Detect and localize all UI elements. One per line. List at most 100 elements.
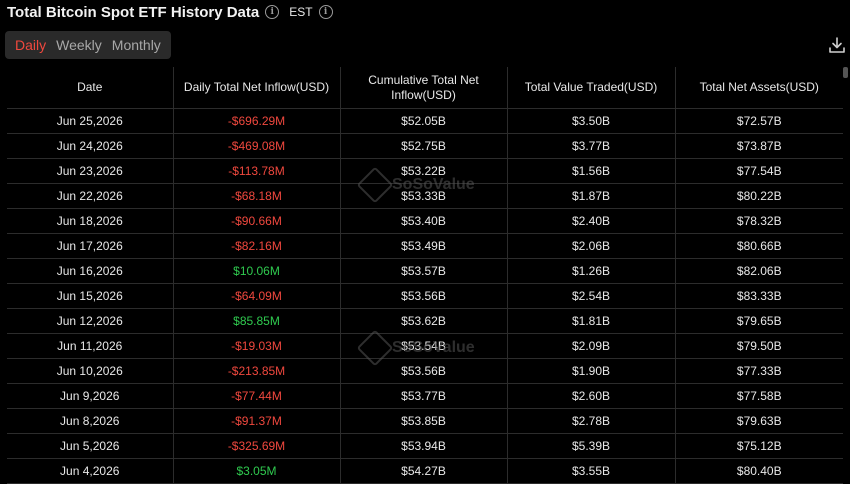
table-row: Jun 4,2026 $3.05M $54.27B $3.55B $80.40B xyxy=(7,458,843,484)
cell-cumulative-net-inflow: $52.75B xyxy=(340,133,508,159)
cell-total-value-traded: $2.06B xyxy=(507,233,676,259)
watermark: SoSoValue xyxy=(356,166,475,204)
watermark: SoSoValue xyxy=(356,329,475,367)
cell-date: Jun 5,2026 xyxy=(7,433,174,459)
cell-date: Jun 18,2026 xyxy=(7,208,174,234)
timezone-label: EST xyxy=(289,5,313,19)
cell-daily-net-inflow: -$64.09M xyxy=(173,283,341,309)
cell-cumulative-net-inflow: $53.49B xyxy=(340,233,508,259)
cell-total-net-assets: $83.33B xyxy=(675,283,843,309)
cell-daily-net-inflow: $85.85M xyxy=(173,308,341,334)
table-body: Jun 25,2026 -$696.29M $52.05B $3.50B $72.57B… xyxy=(7,108,843,484)
cell-cumulative-net-inflow: $53.56B xyxy=(340,358,508,384)
cell-total-net-assets: $80.40B xyxy=(675,458,843,484)
cell-total-value-traded: $2.60B xyxy=(507,383,676,409)
table-row: Jun 16,2026 $10.06M $53.57B $1.26B $82.06B xyxy=(7,258,843,284)
table-row: Jun 8,2026 -$91.37M $53.85B $2.78B $79.63B xyxy=(7,408,843,434)
cell-total-value-traded: $1.87B xyxy=(507,183,676,209)
cell-total-value-traded: $1.56B xyxy=(507,158,676,184)
cell-daily-net-inflow: -$19.03M xyxy=(173,333,341,359)
cell-total-value-traded: $3.77B xyxy=(507,133,676,159)
table-scrollbar[interactable] xyxy=(843,67,848,78)
cell-total-value-traded: $2.54B xyxy=(507,283,676,309)
table-row: Jun 10,2026 -$213.85M $53.56B $1.90B $77.33B xyxy=(7,358,843,384)
cell-daily-net-inflow: $10.06M xyxy=(173,258,341,284)
cell-daily-net-inflow: -$68.18M xyxy=(173,183,341,209)
column-header-total-net-assets[interactable]: Total Net Assets(USD) xyxy=(675,67,843,109)
cell-date: Jun 23,2026 xyxy=(7,158,174,184)
cell-cumulative-net-inflow: $53.94B xyxy=(340,433,508,459)
cell-cumulative-net-inflow: $53.85B xyxy=(340,408,508,434)
cell-cumulative-net-inflow: $53.40B xyxy=(340,208,508,234)
tab-monthly[interactable]: Monthly xyxy=(107,37,166,53)
table-row: Jun 15,2026 -$64.09M $53.56B $2.54B $83.33B xyxy=(7,283,843,309)
cell-cumulative-net-inflow: $52.05B xyxy=(340,108,508,134)
page-title: Total Bitcoin Spot ETF History Data xyxy=(7,3,260,21)
cell-daily-net-inflow: -$113.78M xyxy=(173,158,341,184)
cell-total-value-traded: $1.81B xyxy=(507,308,676,334)
info-icon[interactable]: i xyxy=(265,5,280,19)
cell-total-value-traded: $3.55B xyxy=(507,458,676,484)
table-row: Jun 5,2026 -$325.69M $53.94B $5.39B $75.12B xyxy=(7,433,843,459)
column-header-total-value-traded[interactable]: Total Value Traded(USD) xyxy=(507,67,676,109)
cell-cumulative-net-inflow: $53.56B xyxy=(340,283,508,309)
table-row: Jun 24,2026 -$469.08M $52.75B $3.77B $73.87B xyxy=(7,133,843,159)
cell-total-net-assets: $80.22B xyxy=(675,183,843,209)
cell-total-net-assets: $73.87B xyxy=(675,133,843,159)
cell-date: Jun 9,2026 xyxy=(7,383,174,409)
cell-daily-net-inflow: -$77.44M xyxy=(173,383,341,409)
tab-weekly[interactable]: Weekly xyxy=(51,37,107,53)
table-header-row: Date Daily Total Net Inflow(USD) Cumulat… xyxy=(7,67,843,109)
cell-date: Jun 8,2026 xyxy=(7,408,174,434)
cell-date: Jun 11,2026 xyxy=(7,333,174,359)
tab-daily[interactable]: Daily xyxy=(10,37,51,53)
cell-daily-net-inflow: -$696.29M xyxy=(173,108,341,134)
cell-date: Jun 22,2026 xyxy=(7,183,174,209)
cell-daily-net-inflow: -$213.85M xyxy=(173,358,341,384)
watermark-text: SoSoValue xyxy=(392,339,475,356)
cell-date: Jun 17,2026 xyxy=(7,233,174,259)
cell-total-net-assets: $79.50B xyxy=(675,333,843,359)
cell-total-net-assets: $79.63B xyxy=(675,408,843,434)
cell-total-net-assets: $79.65B xyxy=(675,308,843,334)
watermark-logo-icon xyxy=(356,166,394,204)
cell-total-net-assets: $77.58B xyxy=(675,383,843,409)
download-icon[interactable] xyxy=(828,36,846,54)
cell-total-value-traded: $2.09B xyxy=(507,333,676,359)
column-header-date[interactable]: Date xyxy=(7,67,174,109)
cell-date: Jun 16,2026 xyxy=(7,258,174,284)
cell-total-value-traded: $2.40B xyxy=(507,208,676,234)
cell-cumulative-net-inflow: $53.77B xyxy=(340,383,508,409)
cell-date: Jun 4,2026 xyxy=(7,458,174,484)
cell-date: Jun 12,2026 xyxy=(7,308,174,334)
cell-date: Jun 25,2026 xyxy=(7,108,174,134)
etf-history-table: Date Daily Total Net Inflow(USD) Cumulat… xyxy=(7,67,843,484)
cell-total-net-assets: $78.32B xyxy=(675,208,843,234)
cell-total-value-traded: $3.50B xyxy=(507,108,676,134)
table-row: Jun 12,2026 $85.85M $53.62B $1.81B $79.65B xyxy=(7,308,843,334)
cell-total-net-assets: $82.06B xyxy=(675,258,843,284)
cell-total-net-assets: $77.54B xyxy=(675,158,843,184)
timezone-info-icon[interactable]: i xyxy=(318,5,333,19)
cell-daily-net-inflow: -$90.66M xyxy=(173,208,341,234)
cell-date: Jun 15,2026 xyxy=(7,283,174,309)
cell-total-net-assets: $80.66B xyxy=(675,233,843,259)
table-row: Jun 18,2026 -$90.66M $53.40B $2.40B $78.32B xyxy=(7,208,843,234)
page-header: Total Bitcoin Spot ETF History Data i ES… xyxy=(7,2,333,22)
column-header-daily-net-inflow[interactable]: Daily Total Net Inflow(USD) xyxy=(173,67,341,109)
cell-total-value-traded: $1.90B xyxy=(507,358,676,384)
watermark-text: SoSoValue xyxy=(392,176,475,193)
cell-daily-net-inflow: -$82.16M xyxy=(173,233,341,259)
cell-total-net-assets: $77.33B xyxy=(675,358,843,384)
cell-daily-net-inflow: -$325.69M xyxy=(173,433,341,459)
period-tabs: Daily Weekly Monthly xyxy=(5,31,171,59)
cell-cumulative-net-inflow: $53.62B xyxy=(340,308,508,334)
table-row: Jun 25,2026 -$696.29M $52.05B $3.50B $72.57B xyxy=(7,108,843,134)
cell-daily-net-inflow: $3.05M xyxy=(173,458,341,484)
cell-total-net-assets: $75.12B xyxy=(675,433,843,459)
cell-date: Jun 24,2026 xyxy=(7,133,174,159)
cell-cumulative-net-inflow: $53.57B xyxy=(340,258,508,284)
column-header-cumulative-net-inflow[interactable]: Cumulative Total Net Inflow(USD) xyxy=(340,67,508,109)
watermark-logo-icon xyxy=(356,329,394,367)
cell-total-net-assets: $72.57B xyxy=(675,108,843,134)
